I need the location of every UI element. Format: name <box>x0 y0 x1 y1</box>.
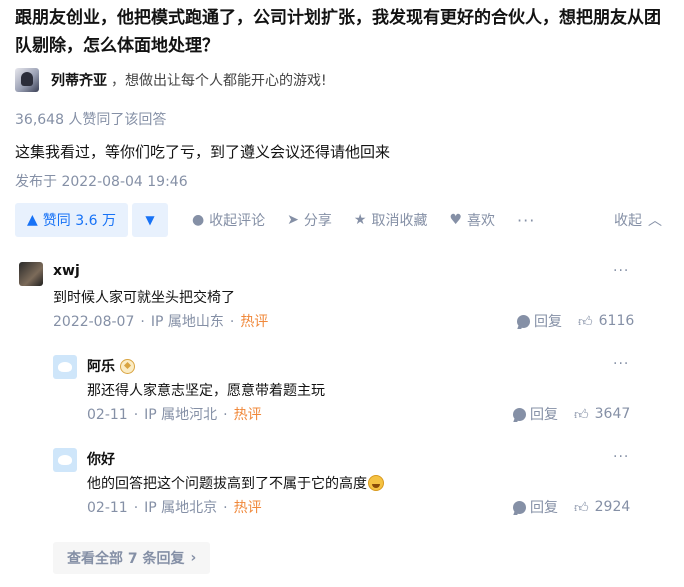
like-button[interactable]: ♥ 喜欢 <box>449 210 495 230</box>
collapse-button[interactable]: 收起 ︿ <box>614 203 662 237</box>
action-bar: ▲ 赞同 3.6 万 ▼ ● 收起评论 ➤ 分享 ★ 取消收藏 ♥ 喜欢 ···… <box>15 203 670 237</box>
avatar[interactable] <box>53 448 77 472</box>
uncollect-label: 取消收藏 <box>371 213 428 229</box>
reply-icon <box>517 314 530 328</box>
comment-like-button[interactable]: 👍︎ 2924 <box>574 499 630 516</box>
comment-ip: IP 属地河北 <box>144 407 218 423</box>
more-icon[interactable]: ··· <box>517 211 535 230</box>
author-bio: ，想做出让每个人都能开心的游戏! <box>111 73 327 89</box>
comment-author[interactable]: 你好 <box>87 449 115 469</box>
comment-date: 2022-08-07 <box>53 314 135 330</box>
like-label: 喜欢 <box>467 213 496 229</box>
reply-button[interactable]: 回复 <box>513 404 558 424</box>
more-icon[interactable]: ··· <box>613 263 629 279</box>
comment-meta: 02-11 · IP 属地北京 · 热评 <box>87 500 262 516</box>
reply-label: 回复 <box>530 500 558 516</box>
answer-text: 这集我看过，等你们吃了亏，到了遵义会议还得请他回来 <box>15 143 391 161</box>
vote-down-button[interactable]: ▼ <box>131 203 168 237</box>
comment-like-button[interactable]: 👍︎ 6116 <box>578 313 634 330</box>
comment-meta: 2022-08-07 · IP 属地山东 · 热评 <box>53 314 269 330</box>
like-count: 6116 <box>598 313 635 329</box>
chevron-right-icon: › <box>190 550 197 566</box>
reply-icon <box>513 500 526 514</box>
collapse-label: 收起 <box>614 213 642 229</box>
comment-author[interactable]: 阿乐 <box>87 356 135 376</box>
avatar[interactable] <box>19 262 43 286</box>
badge-icon <box>120 358 135 374</box>
comment-ip: IP 属地北京 <box>144 500 218 516</box>
share-label: 分享 <box>303 213 332 229</box>
comment-actions: 回复 👍︎ 6116 <box>517 311 634 331</box>
reply-label: 回复 <box>530 407 558 423</box>
collapse-comments-label: 收起评论 <box>209 213 266 229</box>
chevron-up-icon: ︿ <box>648 213 662 229</box>
view-all-replies-button[interactable]: 查看全部 7 条回复 › <box>53 542 211 574</box>
comment-actions: 回复 👍︎ 3647 <box>513 404 630 424</box>
comment-like-button[interactable]: 👍︎ 3647 <box>574 406 630 423</box>
collapse-comments-button[interactable]: ● 收起评论 <box>192 210 265 230</box>
comment-item: 阿乐 ··· 那还得人家意志坚定，愿意带着题主玩 02-11 · IP 属地河北 · 热… <box>53 355 633 427</box>
comment-meta: 02-11 · IP 属地河北 · 热评 <box>87 407 262 423</box>
vote-count[interactable]: 36,648 人赞同了该回答 <box>15 109 166 129</box>
author-name[interactable]: 列蒂齐亚 <box>51 70 107 90</box>
like-count: 2924 <box>594 499 631 515</box>
like-count: 3647 <box>594 406 631 422</box>
comment-icon: ● <box>191 212 205 228</box>
thumbs-up-icon: 👍︎ <box>574 499 589 516</box>
heart-icon: ♥ <box>449 212 463 228</box>
more-icon[interactable]: ··· <box>613 356 629 372</box>
triangle-down-icon: ▼ <box>145 213 155 227</box>
author-row: 列蒂齐亚 ，想做出让每个人都能开心的游戏! <box>15 66 327 94</box>
publish-time[interactable]: 发布于 2022-08-04 19:46 <box>15 171 188 191</box>
avatar[interactable] <box>15 68 39 92</box>
hot-badge: 热评 <box>233 407 262 423</box>
reply-button[interactable]: 回复 <box>517 311 562 331</box>
reply-icon <box>513 407 526 421</box>
comment-text: 他的回答把这个问题拔高到了不属于它的高度 <box>87 473 384 493</box>
uncollect-button[interactable]: ★ 取消收藏 <box>354 210 428 230</box>
comment-date: 02-11 <box>87 407 128 423</box>
laugh-emoji-icon <box>368 475 384 491</box>
comment-date: 02-11 <box>87 500 128 516</box>
triangle-up-icon: ▲ <box>27 212 38 228</box>
share-button[interactable]: ➤ 分享 <box>287 210 332 230</box>
question-title[interactable]: 跟朋友创业，他把模式跑通了，公司计划扩张，我发现有更好的合伙人，想把朋友从团队剔… <box>15 4 675 60</box>
comment-text: 到时候人家可就坐头把交椅了 <box>53 290 235 306</box>
hot-badge: 热评 <box>233 500 262 516</box>
reply-button[interactable]: 回复 <box>513 497 558 517</box>
more-icon[interactable]: ··· <box>613 449 629 465</box>
comment-ip: IP 属地山东 <box>150 314 224 330</box>
reply-label: 回复 <box>534 314 562 330</box>
paper-plane-icon: ➤ <box>287 212 299 228</box>
avatar[interactable] <box>53 355 77 379</box>
vote-up-button[interactable]: ▲ 赞同 3.6 万 <box>15 203 128 237</box>
comment-item: xwj ··· 到时候人家可就坐头把交椅了 2022-08-07 · IP 属地山东… <box>19 262 639 334</box>
thumbs-up-icon: 👍︎ <box>574 406 589 423</box>
comment-author[interactable]: xwj <box>53 263 80 279</box>
star-icon: ★ <box>353 212 367 228</box>
hot-badge: 热评 <box>240 314 269 330</box>
thumbs-up-icon: 👍︎ <box>578 313 593 330</box>
comment-actions: 回复 👍︎ 2924 <box>513 497 630 517</box>
comment-item: 你好 ··· 他的回答把这个问题拔高到了不属于它的高度 02-11 · IP 属地北… <box>53 448 633 520</box>
view-all-label: 查看全部 7 条回复 <box>67 551 185 567</box>
comment-text: 那还得人家意志坚定，愿意带着题主玩 <box>87 383 325 399</box>
vote-up-label: 赞同 3.6 万 <box>42 213 116 229</box>
